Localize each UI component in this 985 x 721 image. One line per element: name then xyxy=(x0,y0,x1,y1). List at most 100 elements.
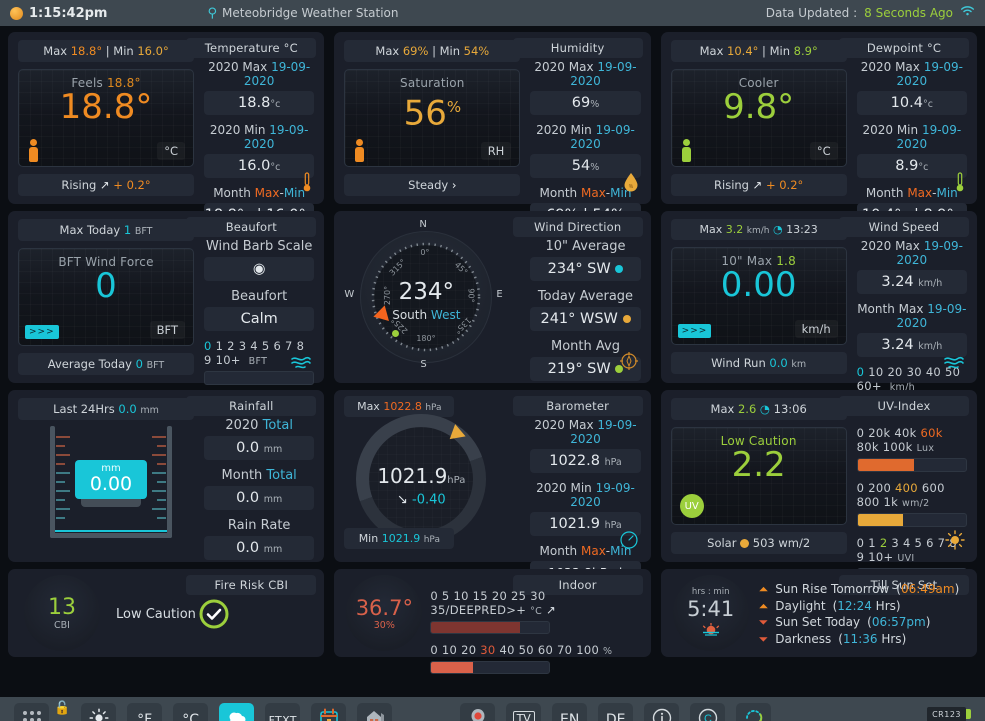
rain-gauge: mm 0.00 xyxy=(50,426,172,538)
rain-gauge-water-line xyxy=(55,530,167,532)
person-icon xyxy=(682,139,691,161)
webcam-button[interactable] xyxy=(460,703,495,721)
cloud-icon xyxy=(226,710,248,721)
wind-barb-scale-value[interactable]: ◉ xyxy=(204,257,314,281)
gauge-icon xyxy=(619,530,639,554)
wind-dir-today-avg-label: Today Average xyxy=(530,289,640,304)
ftxt-button[interactable]: FTXT xyxy=(265,703,300,721)
barometer-2020max-label: 2020 Max 19-09-2020 xyxy=(530,418,640,446)
beaufort-max-today-pill: Max Today 1 BFT xyxy=(18,219,194,241)
dot-cyan xyxy=(615,265,623,273)
compass-icon xyxy=(619,351,639,375)
unlock-icon[interactable]: 🔓 xyxy=(54,701,70,716)
panel-title-barometer: Barometer xyxy=(513,396,643,416)
rain-gauge-base xyxy=(50,533,172,538)
panel-fire-risk[interactable]: Fire Risk CBI 13 CBI Low Caution xyxy=(8,569,324,657)
weather-cloud-button[interactable] xyxy=(219,703,254,721)
uv-lux-bar xyxy=(857,458,967,472)
panel-temperature[interactable]: Temperature °C Max 18.8° | Min 16.0° Fee… xyxy=(8,32,324,204)
temperature-left-column: Max 18.8° | Min 16.0° Feels 18.8° 18.8° … xyxy=(18,40,194,203)
fire-risk-unit: CBI xyxy=(54,620,70,631)
dashboard-row-4: Fire Risk CBI 13 CBI Low Caution Indoor … xyxy=(8,569,977,657)
beaufort-left-column: Max Today 1 BFT BFT Wind Force 0 >>> BFT… xyxy=(18,219,194,382)
sunset-today-value: (06:57pm) xyxy=(867,614,930,631)
barometer-2020min-label: 2020 Min 19-09-2020 xyxy=(530,481,640,509)
lang-en-button[interactable]: EN xyxy=(552,703,587,721)
indoor-temp-bar xyxy=(430,621,550,634)
sunset-today-label: Sun Set Today xyxy=(775,614,860,631)
barometer-2020max-value: 1022.8 hPa xyxy=(530,449,640,473)
sunrise-icon: ⏶ xyxy=(759,581,769,598)
sunset-countdown-circle: hrs : min 5:41 xyxy=(673,575,749,651)
top-status-bar: 1:15:42pm ⚲ Meteobridge Weather Station … xyxy=(0,0,985,26)
dewpoint-month-label: Month Max-Min xyxy=(857,186,967,200)
wind-speed-max-pill: Max 3.2 km/h ◔ 13:23 xyxy=(671,219,847,240)
temperature-lcd: Feels 18.8° 18.8° °C xyxy=(18,69,194,167)
tv-button[interactable]: TV xyxy=(506,703,541,721)
panel-wind-speed[interactable]: Wind Speed Max 3.2 km/h ◔ 13:23 10" Max … xyxy=(661,211,977,383)
celsius-button[interactable]: °C xyxy=(173,703,208,721)
panel-dewpoint[interactable]: Dewpoint °C Max 10.4° | Min 8.9° Cooler … xyxy=(661,32,977,204)
panel-wind-direction[interactable]: Wind Direction 0° 45° 90° 135° 180° 225°… xyxy=(334,211,650,383)
rainfall-rate-label: Rain Rate xyxy=(204,518,314,533)
wind-speed-lcd-value: 0.00 xyxy=(672,266,846,304)
apps-grid-button[interactable] xyxy=(14,703,49,721)
calendar-button[interactable] xyxy=(311,703,346,721)
dewpoint-lcd-unit: °C xyxy=(810,142,838,160)
panel-uv-index[interactable]: UV-Index Max 2.6 ◔ 13:06 Low Caution 2.2… xyxy=(661,390,977,562)
beaufort-desc-value: Calm xyxy=(204,307,314,331)
rain-gauge-wall-left xyxy=(50,426,55,538)
brightness-button[interactable] xyxy=(81,703,116,721)
humidity-minmax-pill: Max 69% | Min 54% xyxy=(344,40,520,62)
daylight-value: (12:24 Hrs) xyxy=(833,598,901,615)
lang-de-button[interactable]: DE xyxy=(598,703,633,721)
darkness-label: Darkness xyxy=(775,631,831,648)
sunset-circle-value: 5:41 xyxy=(687,597,734,621)
rainfall-2020total-value: 0.0 mm xyxy=(204,436,314,460)
wind-speed-2020max-value: 3.24 km/h xyxy=(857,270,967,294)
info-button[interactable] xyxy=(644,703,679,721)
thermometer-icon xyxy=(955,172,965,196)
panel-till-sunset[interactable]: Till Sun Set hrs : min 5:41 ⏶ Sun Rise T… xyxy=(661,569,977,657)
temperature-lcd-unit: °C xyxy=(157,142,185,160)
panel-title-fire-risk: Fire Risk CBI xyxy=(186,575,316,595)
wind-waves-icon xyxy=(290,355,312,375)
version-indicator: CR123 Ver 9.34 xyxy=(927,707,971,721)
panel-indoor[interactable]: Indoor 36.7° 30% 0 5 10 15 20 25 30 35/D… xyxy=(334,569,650,657)
dashboard-row-3: Rainfall Last 24Hrs 0.0 mm xyxy=(8,390,977,562)
wind-dir-10s-avg-value: 234° SW xyxy=(530,257,640,281)
uv-lcd-value: 2.2 xyxy=(672,446,846,484)
rain-gauge-value: 0.00 xyxy=(90,473,132,495)
sunset-circle-label: hrs : min xyxy=(692,587,730,597)
panel-barometer[interactable]: Barometer Max 1022.8 hPa 1021.9hPa ↘ -0.… xyxy=(334,390,650,562)
rainfall-right-column: 2020 Total 0.0 mm Month Total 0.0 mm Rai… xyxy=(204,418,314,568)
wind-dir-10s-avg-label: 10" Average xyxy=(530,239,640,254)
tv-icon: TV xyxy=(513,711,535,721)
clock-time: 1:15:42pm xyxy=(29,6,107,21)
panel-humidity[interactable]: Humidity Max 69% | Min 54% Saturation 56… xyxy=(334,32,650,204)
list-item: ⏷ Sun Set Today (06:57pm) xyxy=(759,614,960,631)
station-name: ⚲ Meteobridge Weather Station xyxy=(207,6,398,20)
wind-speed-monthmax-label: Month Max 19-09-2020 xyxy=(857,302,967,330)
panel-beaufort[interactable]: Beaufort Max Today 1 BFT BFT Wind Force … xyxy=(8,211,324,383)
panel-title-humidity: Humidity xyxy=(513,38,643,58)
dashboard-row-1: Temperature °C Max 18.8° | Min 16.0° Fee… xyxy=(8,32,977,204)
wind-dir-today-avg-value: 241° WSW xyxy=(530,307,640,331)
bottom-toolbar: 🔓 °F °C FTXT TV EN DE xyxy=(0,697,985,721)
house-button[interactable] xyxy=(357,703,392,721)
temperature-right-column: 2020 Max 19-09-2020 18.8°c 2020 Min 19-0… xyxy=(204,60,314,235)
refresh-icon xyxy=(743,707,765,721)
rainfall-monthtotal-label: Month Total xyxy=(204,468,314,483)
panel-rainfall[interactable]: Rainfall Last 24Hrs 0.0 mm xyxy=(8,390,324,562)
uv-right-column: 0 20k 40k 60k 80k 100k Lux 0 200 400 600… xyxy=(857,426,967,591)
copyright-button[interactable]: C xyxy=(690,703,725,721)
barometer-trend: ↘ -0.40 xyxy=(397,492,446,507)
dashboard-row-2: Beaufort Max Today 1 BFT BFT Wind Force … xyxy=(8,211,977,383)
wind-speed-2020max-label: 2020 Max 19-09-2020 xyxy=(857,239,967,267)
humidity-trend-pill: Steady › xyxy=(344,174,520,196)
sunset-icon: ⏷ xyxy=(759,614,769,631)
fahrenheit-button[interactable]: °F xyxy=(127,703,162,721)
indoor-temp: 36.7° xyxy=(356,596,413,620)
refresh-button[interactable] xyxy=(736,703,771,721)
uv-solar-pill: Solar 503 wm/2 xyxy=(671,532,847,554)
